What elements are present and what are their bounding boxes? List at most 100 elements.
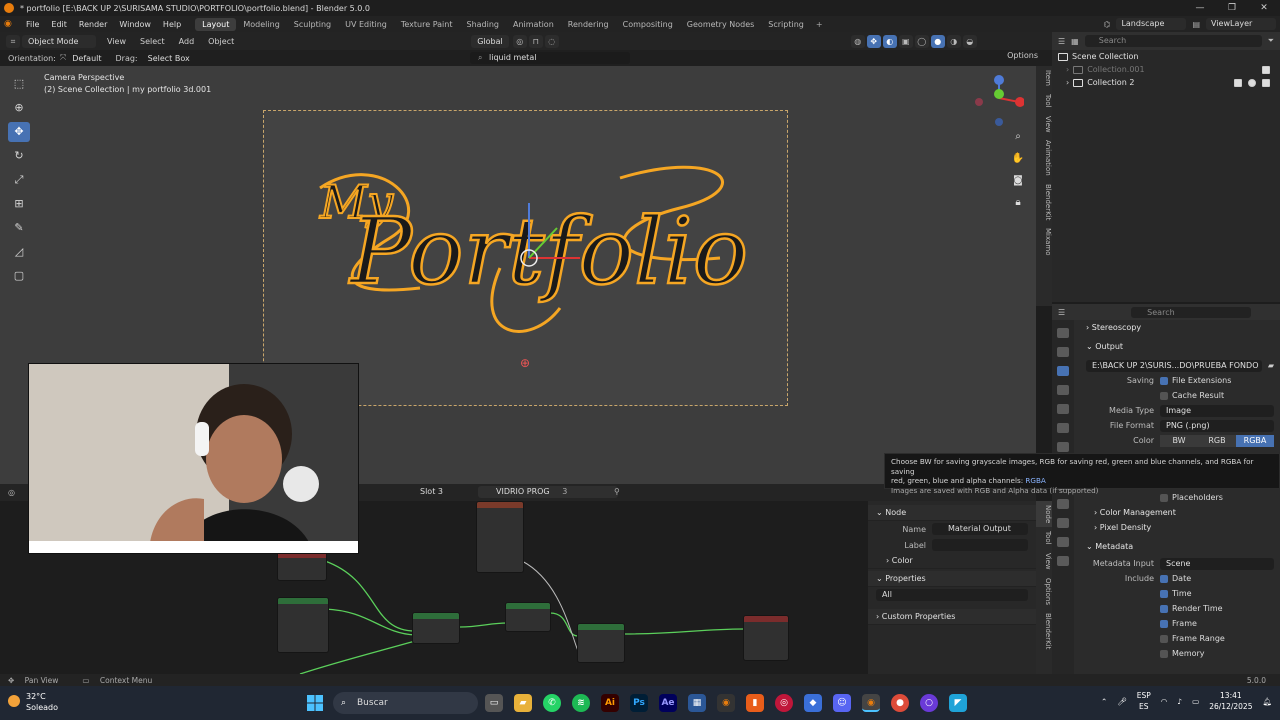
wireframe-shading-icon[interactable]: ◯ [914,34,929,48]
snap-icon[interactable]: ⊓ [528,34,543,48]
node-color-section[interactable]: › Color [868,553,1036,569]
render-tab-icon[interactable] [1057,347,1069,357]
side-tab-view[interactable]: View [1036,112,1052,137]
custom-properties-section[interactable]: › Custom Properties [868,609,1036,625]
workspace-tab-rendering[interactable]: Rendering [561,18,616,31]
camera-view-icon[interactable]: ◙ [1008,172,1028,190]
pixel-density-section[interactable]: › Pixel Density [1076,520,1280,535]
expand-arrow-icon[interactable]: › [1066,76,1069,89]
eye-icon[interactable] [1248,78,1256,87]
media-type-dropdown[interactable]: Image [1160,404,1274,417]
node-label-field[interactable] [932,539,1028,551]
node-tab-tool[interactable]: Tool [1036,527,1052,549]
asset-search-input[interactable]: ⌕ liquid metal [470,52,630,64]
mix-shader-node[interactable] [577,623,625,663]
shader-node-1[interactable] [277,551,327,581]
include-time-checkbox[interactable] [1160,589,1168,598]
include-render-time-checkbox[interactable] [1160,604,1168,613]
minimize-button[interactable]: — [1184,0,1216,16]
xray-icon[interactable]: ▣ [898,34,913,48]
side-tab-tool[interactable]: Tool [1036,90,1052,112]
pin-icon[interactable]: ⚲ [614,487,620,496]
material-selector[interactable]: VIDRIO PROG 3 [478,486,618,498]
outliner-item-collection-001[interactable]: › Collection.001 [1052,63,1280,76]
overlay-toggle-icon[interactable]: ◐ [882,34,897,48]
maximize-button[interactable]: ❐ [1216,0,1248,16]
add-workspace-icon[interactable]: + [811,20,828,29]
portfolio-logo-object[interactable]: My Portfolio [300,148,760,348]
photoshop-icon[interactable]: Ps [630,694,648,712]
menu-render[interactable]: Render [73,20,113,29]
outliner-scene-collection[interactable]: Scene Collection [1052,50,1280,63]
node-tab-view[interactable]: View [1036,549,1052,574]
exclude-checkbox[interactable] [1262,65,1270,74]
workspace-tab-shading[interactable]: Shading [459,18,506,31]
workspace-tab-modeling[interactable]: Modeling [236,18,286,31]
node-tab-node[interactable]: Node [1036,501,1052,528]
node-section[interactable]: ⌄ Node [868,505,1036,521]
notification-bell-icon[interactable]: 🔔︎ [1262,697,1272,706]
color-rgba-button[interactable]: RGBA [1236,434,1274,447]
transform-orientation-dropdown[interactable]: Global [471,34,509,48]
blender-active-icon[interactable]: ◉ [862,694,880,712]
add-shader-node-2[interactable] [505,602,551,632]
close-button[interactable]: ✕ [1248,0,1280,16]
metadata-input-dropdown[interactable]: Scene [1160,557,1274,570]
filter-icon[interactable]: ⏷ [1268,36,1274,46]
taskbar-search-input[interactable]: ⌕ Buscar [333,692,478,714]
material-slot-dropdown[interactable]: Slot 3 [414,486,449,498]
workspace-tab-scripting[interactable]: Scripting [761,18,811,31]
orientation-dropdown[interactable]: Default [66,54,107,63]
menu-file[interactable]: File [20,20,45,29]
menu-help[interactable]: Help [157,20,187,29]
include-memory-checkbox[interactable] [1160,649,1168,658]
app-icon-blue[interactable]: ◆ [804,694,822,712]
clock[interactable]: 13:41 26/12/2025 [1209,690,1252,712]
discord-icon[interactable]: ☺ [833,694,851,712]
proportional-edit-icon[interactable]: ◌ [544,34,559,48]
material-tab-icon[interactable] [1057,556,1069,566]
constraints-tab-icon[interactable] [1057,518,1069,528]
wifi-icon[interactable]: ◠ [1161,697,1168,706]
menu-object[interactable]: Object [201,37,241,46]
annotate-tool-icon[interactable]: ✎ [8,218,30,238]
material-shading-icon[interactable]: ◑ [946,34,961,48]
view-layer-field[interactable]: ViewLayer [1206,18,1276,30]
app-icon-purple[interactable]: ○ [920,694,938,712]
outliner-search-input[interactable]: Search [1084,35,1262,47]
camera-icon[interactable] [1262,78,1270,87]
object-mode-dropdown[interactable]: Object Mode [22,34,96,48]
app-icon-orange[interactable]: ▮ [746,694,764,712]
include-frame-checkbox[interactable] [1160,619,1168,628]
color-rgb-button[interactable]: RGB [1198,434,1236,447]
store-icon[interactable]: ▦ [688,694,706,712]
solid-shading-icon[interactable]: ● [930,34,945,48]
speaker-icon[interactable]: ♪ [1177,697,1182,706]
output-path-field[interactable]: E:\BACK UP 2\SURIS...DO\PRUEBA FONDO [1086,359,1262,372]
add-cube-tool-icon[interactable]: ▢ [8,266,30,286]
transform-tool-icon[interactable]: ⊞ [8,194,30,214]
metadata-section[interactable]: ⌄ Metadata [1076,539,1280,554]
node-tab-options[interactable]: Options [1036,574,1052,609]
workspace-tab-animation[interactable]: Animation [506,18,561,31]
view-layer-tab-icon[interactable] [1057,385,1069,395]
gizmo-toggle-icon[interactable]: ✥ [866,34,881,48]
color-management-section[interactable]: › Color Management [1076,505,1280,520]
workspace-tab-layout[interactable]: Layout [195,17,237,31]
scene-tab-icon[interactable] [1057,404,1069,414]
cursor-tool-icon[interactable]: ⊕ [8,98,30,118]
rotate-tool-icon[interactable]: ↻ [8,146,30,166]
spotify-icon[interactable]: ≋ [572,694,590,712]
after-effects-icon[interactable]: Ae [659,694,677,712]
physics-tab-icon[interactable] [1057,499,1069,509]
properties-search-input[interactable]: Search [1131,306,1252,318]
navigation-gizmo[interactable] [974,72,1024,130]
outliner-item-collection-2[interactable]: › Collection 2 [1052,76,1280,89]
drag-dropdown[interactable]: Select Box [142,54,196,63]
workspace-tab-geometry-nodes[interactable]: Geometry Nodes [680,18,761,31]
rendered-shading-icon[interactable]: ◒ [962,34,977,48]
whatsapp-icon[interactable]: ✆ [543,694,561,712]
tool-tab-icon[interactable] [1057,328,1069,338]
scale-tool-icon[interactable]: ⤢ [8,170,30,190]
scene-field[interactable]: Landscape [1116,18,1187,30]
